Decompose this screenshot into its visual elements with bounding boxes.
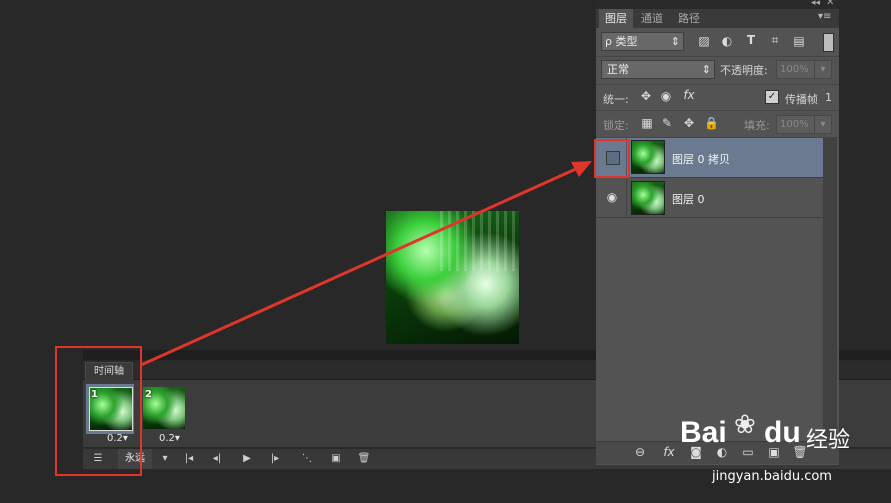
paw-icon: ❀ [734,410,756,440]
watermark-brand-2: du [764,416,801,449]
watermark-jingyan: 经验 [806,428,851,453]
arrow-line [140,166,579,367]
watermark-brand: Bai [680,416,727,449]
baidu-watermark: Bai ❀ du 经验 [680,402,891,462]
watermark-url: jingyan.baidu.com [712,469,832,484]
